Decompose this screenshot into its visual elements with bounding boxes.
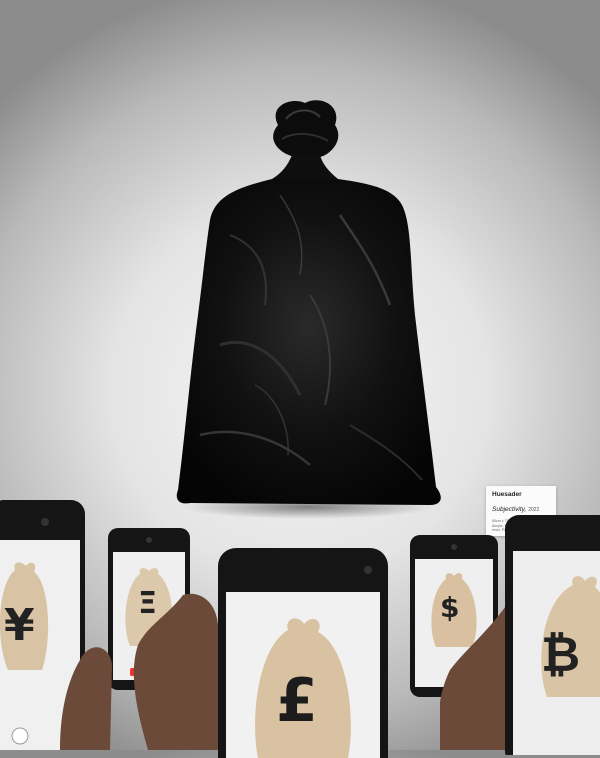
phone-bitcoin: ₿ bbox=[505, 515, 600, 755]
hand-1 bbox=[60, 640, 120, 750]
pound-symbol: £ bbox=[276, 666, 318, 736]
yen-symbol: ¥ bbox=[4, 600, 35, 651]
hand-2 bbox=[128, 585, 223, 750]
placard-year: 2022 bbox=[528, 507, 540, 513]
bitcoin-symbol: ₿ bbox=[541, 627, 581, 683]
phone-pound: £ bbox=[218, 548, 388, 758]
placard-artist: Huesader bbox=[492, 491, 522, 498]
placard-title: Subjectivity, bbox=[492, 506, 527, 513]
exhibition-scene: Huesader Subjectivity,2022 50cm x 75cm x… bbox=[0, 0, 600, 758]
trash-bag-sculpture bbox=[176, 100, 441, 519]
